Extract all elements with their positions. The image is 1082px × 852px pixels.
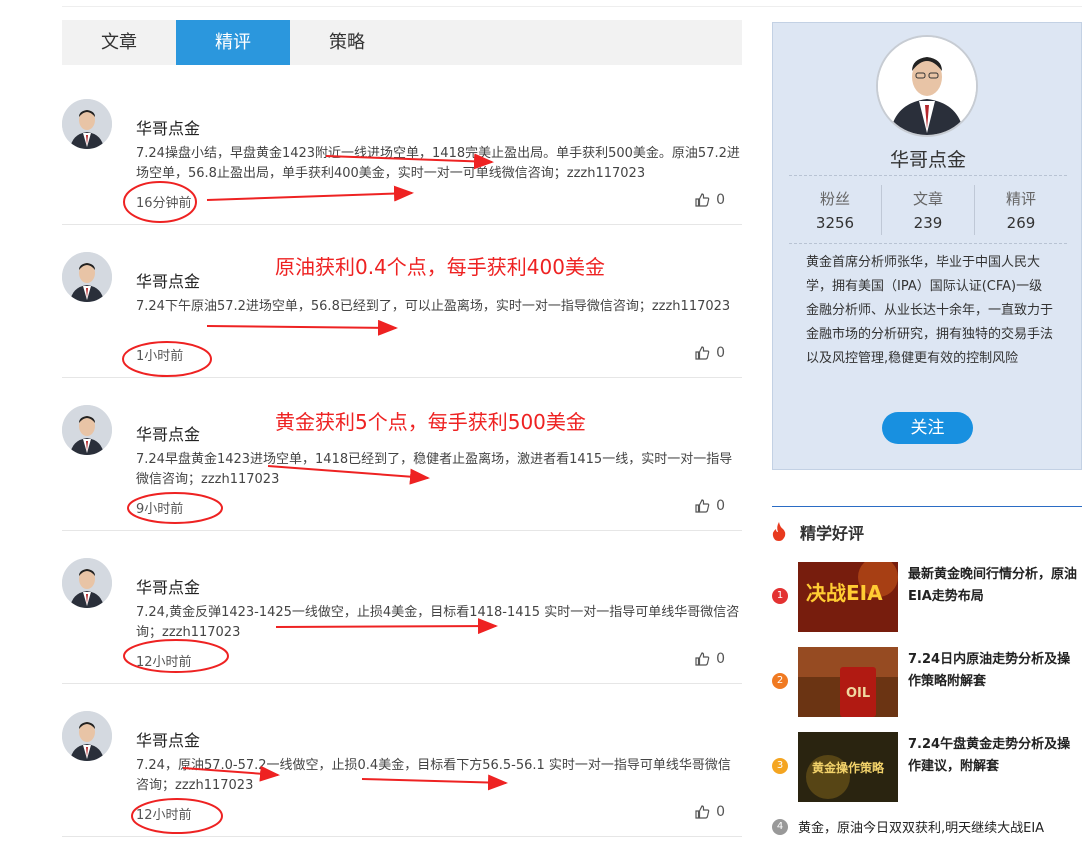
- tab-strategy[interactable]: 策略: [290, 20, 404, 65]
- feed-post: 华哥点金 7.24早盘黄金1423进场空单，1418已经到了，稳健者止盈离场，激…: [62, 378, 742, 531]
- author-avatar[interactable]: [62, 405, 112, 455]
- thumbs-up-icon: [695, 652, 710, 666]
- post-content: 7.24早盘黄金1423进场空单，1418已经到了，稳健者止盈离场，激进者看14…: [136, 452, 733, 487]
- pick-title[interactable]: 最新黄金晚间行情分析，原油EIA走势布局: [908, 564, 1082, 608]
- pick-thumbnail[interactable]: OIL: [798, 647, 898, 717]
- like-button[interactable]: 0: [694, 804, 725, 820]
- feed-post: 华哥点金 7.24，原油57.0-57.2一线做空，止损0.4美金，目标看下方5…: [62, 684, 742, 837]
- author-avatar[interactable]: [62, 99, 112, 149]
- post-content: 7.24操盘小结，早盘黄金1423附近一线进场空单，1418完美止盈出局。单手获…: [136, 146, 740, 181]
- rank-badge: 1: [772, 588, 788, 604]
- stat-value: 269: [1006, 214, 1036, 232]
- post-author[interactable]: 华哥点金: [136, 574, 200, 598]
- thumb-text: 决战EIA: [806, 581, 883, 605]
- author-avatar[interactable]: [62, 558, 112, 608]
- thumb-text: OIL: [846, 686, 870, 701]
- feed-post: 华哥点金 7.24,黄金反弹1423-1425一线做空，止损4美金，目标看141…: [62, 531, 742, 684]
- feed-post: 华哥点金 7.24下午原油57.2进场空单，56.8已经到了，可以止盈离场，实时…: [62, 225, 742, 378]
- like-button[interactable]: 0: [694, 192, 725, 208]
- profile-stats: 粉丝 3256 文章 239 精评 269: [789, 185, 1067, 235]
- divider: [789, 243, 1067, 244]
- pick-item[interactable]: 1 决战EIA 最新黄金晚间行情分析，原油EIA走势布局: [772, 562, 1082, 634]
- thumbs-up-icon: [695, 499, 710, 513]
- annotation-gold-profit: 黄金获利5个点，每手获利500美金: [275, 410, 586, 434]
- tab-reviews[interactable]: 精评: [176, 20, 290, 65]
- pick-thumbnail[interactable]: 决战EIA: [798, 562, 898, 632]
- follow-button[interactable]: 关注: [882, 412, 973, 444]
- stat-label: 精评: [1005, 190, 1036, 208]
- post-content: 7.24，原油57.0-57.2一线做空，止损0.4美金，目标看下方56.5-5…: [136, 758, 731, 793]
- thumbs-up-icon: [695, 805, 710, 819]
- pick-title[interactable]: 7.24午盘黄金走势分析及操作建议，附解套: [908, 734, 1082, 778]
- thumbs-up-icon: [695, 193, 710, 207]
- tab-bar: 文章 精评 策略: [62, 20, 742, 65]
- review-feed: 华哥点金 7.24操盘小结，早盘黄金1423附近一线进场空单，1418完美止盈出…: [62, 72, 742, 837]
- pick-title[interactable]: 7.24日内原油走势分析及操作策略附解套: [908, 649, 1082, 693]
- stat-reviews[interactable]: 精评 269: [974, 185, 1067, 235]
- like-button[interactable]: 0: [694, 345, 725, 361]
- stat-fans: 粉丝 3256: [789, 185, 881, 235]
- post-author[interactable]: 华哥点金: [136, 115, 200, 139]
- profile-avatar[interactable]: [876, 35, 978, 137]
- like-count: 0: [716, 192, 725, 208]
- post-author[interactable]: 华哥点金: [136, 268, 200, 292]
- like-button[interactable]: 0: [694, 651, 725, 667]
- annotation-oil-profit: 原油获利0.4个点，每手获利400美金: [275, 255, 605, 279]
- rank-badge: 4: [772, 819, 788, 835]
- stat-label: 粉丝: [819, 190, 850, 208]
- stat-articles[interactable]: 文章 239: [881, 185, 974, 235]
- post-time: 1小时前: [136, 349, 184, 364]
- pick-thumbnail[interactable]: 黄金操作策略: [798, 732, 898, 802]
- analyst-profile-card: 华哥点金 粉丝 3256 文章 239 精评 269 黄金首席分析师张华，毕业于…: [772, 22, 1082, 470]
- post-time: 12小时前: [136, 808, 192, 823]
- pick-item[interactable]: 4 黄金，原油今日双双获利,明天继续大战EIA: [772, 816, 1082, 836]
- post-content: 7.24下午原油57.2进场空单，56.8已经到了，可以止盈离场，实时一对一指导…: [136, 299, 731, 314]
- profile-name: 华哥点金: [889, 149, 966, 171]
- post-author[interactable]: 华哥点金: [136, 421, 200, 445]
- profile-bio: 黄金首席分析师张华，毕业于中国人民大学，拥有美国（IPA）国际认证(CFA)一级…: [806, 255, 1054, 366]
- author-avatar[interactable]: [62, 711, 112, 761]
- top-divider: [62, 6, 1082, 7]
- pick-title[interactable]: 黄金，原油今日双双获利,明天继续大战EIA: [798, 817, 1044, 836]
- tab-articles[interactable]: 文章: [62, 20, 176, 65]
- post-time: 12小时前: [136, 655, 192, 670]
- post-time: 16分钟前: [136, 196, 192, 211]
- pick-item[interactable]: 2 OIL 7.24日内原油走势分析及操作策略附解套: [772, 647, 1082, 719]
- post-time: 9小时前: [136, 502, 184, 517]
- pick-item[interactable]: 3 黄金操作策略 7.24午盘黄金走势分析及操作建议，附解套: [772, 732, 1082, 804]
- picks-divider: [772, 506, 1082, 507]
- fire-icon: [772, 522, 786, 541]
- like-count: 0: [716, 804, 725, 820]
- thumb-text: 黄金操作策略: [812, 760, 885, 775]
- picks-title: 精学好评: [800, 524, 865, 543]
- post-content: 7.24,黄金反弹1423-1425一线做空，止损4美金，目标看1418-141…: [136, 605, 740, 640]
- rank-badge: 3: [772, 758, 788, 774]
- like-count: 0: [716, 498, 725, 514]
- feed-post: 华哥点金 7.24操盘小结，早盘黄金1423附近一线进场空单，1418完美止盈出…: [62, 72, 742, 225]
- stat-value: 3256: [815, 214, 855, 232]
- author-avatar[interactable]: [62, 252, 112, 302]
- stat-value: 239: [913, 214, 943, 232]
- rank-badge: 2: [772, 673, 788, 689]
- like-button[interactable]: 0: [694, 498, 725, 514]
- thumbs-up-icon: [695, 346, 710, 360]
- divider: [789, 175, 1067, 176]
- post-author[interactable]: 华哥点金: [136, 727, 200, 751]
- like-count: 0: [716, 345, 725, 361]
- like-count: 0: [716, 651, 725, 667]
- stat-label: 文章: [912, 190, 943, 208]
